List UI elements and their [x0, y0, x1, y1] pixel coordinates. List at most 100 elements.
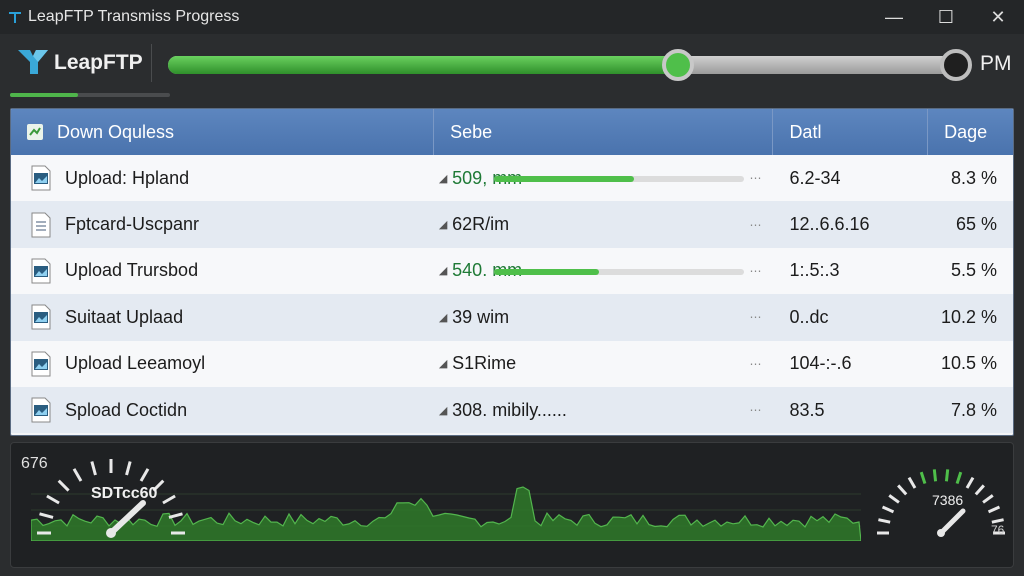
table-row[interactable]: Upload Trursbod ◢ 540. mm ⋯ 1:.5:.3 5.5 …	[11, 247, 1013, 295]
column-header-name-label: Down Oquless	[57, 121, 175, 142]
row-size-cell: ◢ 540. mm ⋯	[434, 248, 773, 294]
brand-separator	[151, 44, 152, 82]
row-percent-cell: 5.5 %	[928, 248, 1013, 294]
column-header-date[interactable]: Datl	[773, 109, 929, 155]
sort-arrow-icon: ◢	[438, 219, 448, 232]
transfer-progress-bar[interactable]	[168, 49, 972, 81]
brand-name: LeapFTP	[54, 51, 143, 74]
row-date: 104-:-.6	[789, 353, 852, 374]
leapftp-logo-icon	[9, 12, 21, 23]
row-percent-cell: 10.2 %	[928, 294, 1013, 340]
row-progress-fill	[494, 268, 600, 275]
column-header-size[interactable]: Sebe	[434, 109, 774, 155]
row-date: 1:.5:.3	[789, 260, 840, 281]
row-percent: 10.2 %	[940, 306, 997, 327]
sort-arrow-icon: ◢	[438, 265, 448, 278]
row-progress-fill	[494, 176, 635, 182]
row-more-icon[interactable]: ⋯	[749, 357, 761, 371]
row-percent-cell: 8.3 %	[928, 155, 1013, 201]
row-file-name: Upload Leeamoyl	[65, 353, 206, 374]
row-progress-bar	[494, 268, 745, 275]
transfer-table: Down Oquless Sebe Datl Dage Upload: Hpla…	[10, 108, 1014, 436]
right-gauge-value: 7386	[932, 492, 964, 508]
table-header: Down Oquless Sebe Datl Dage	[11, 109, 1013, 155]
row-more-icon[interactable]: ⋯	[749, 264, 761, 278]
row-percent: 10.5 %	[940, 353, 997, 374]
window-title: LeapFTP Transmiss Progress	[28, 8, 240, 25]
row-size-cell: ◢ 308. mibily...... ⋯	[434, 387, 773, 433]
minimize-button[interactable]: —	[868, 0, 920, 34]
image-file-icon	[31, 397, 51, 423]
progress-end-label: PM	[980, 52, 1012, 75]
maximize-button[interactable]: ☐	[920, 0, 972, 34]
close-button[interactable]: ✕	[972, 0, 1024, 34]
brand-area: LeapFTP	[10, 38, 170, 98]
row-more-icon[interactable]: ⋯	[749, 171, 761, 185]
row-size: S1Rime	[452, 353, 517, 374]
row-date: 0..dc	[789, 306, 829, 327]
row-size-cell: ◢ 39 wim ⋯	[434, 294, 773, 340]
transfer-queue-icon	[27, 124, 43, 140]
table-row[interactable]: Upload: Hpland ◢ 509, mm ⋯ 6.2-34 8.3 %	[11, 155, 1013, 202]
row-date-cell: 0..dc	[773, 294, 928, 340]
row-date-cell: 1:.5:.3	[773, 248, 928, 294]
row-percent: 65 %	[955, 214, 997, 235]
table-row[interactable]: Suitaat Uplaad ◢ 39 wim ⋯ 0..dc 10.2 %	[11, 294, 1013, 341]
sort-arrow-icon: ◢	[438, 404, 448, 417]
progress-end-knob[interactable]	[940, 49, 972, 81]
row-percent: 8.3 %	[950, 167, 997, 188]
table-row[interactable]: Spload Coctidn ◢ 308. mibily...... ⋯ 83.…	[11, 386, 1013, 434]
row-size-cell: ◢ 62R/im ⋯	[434, 201, 773, 247]
sort-arrow-icon: ◢	[438, 311, 448, 324]
row-more-icon[interactable]: ⋯	[749, 310, 761, 324]
row-name-cell: Spload Coctidn	[11, 387, 434, 433]
image-file-icon	[31, 351, 51, 377]
table-row[interactable]: Upload Leeamoyl ◢ S1Rime ⋯ 104-:-.6 10.5…	[11, 340, 1013, 387]
row-name-cell: Fptcard-Uscpanr	[11, 201, 434, 247]
row-file-name: Spload Coctidn	[65, 399, 188, 420]
row-date-cell: 12..6.6.16	[773, 201, 928, 247]
brand-underline-fill	[10, 93, 78, 97]
row-name-cell: Suitaat Uplaad	[11, 294, 434, 340]
sort-arrow-icon: ◢	[438, 358, 448, 371]
row-file-name: Upload Trursbod	[65, 260, 199, 281]
image-file-icon	[31, 258, 51, 284]
left-gauge-value: SDTcc60	[91, 485, 158, 502]
row-file-name: Fptcard-Uscpanr	[65, 214, 200, 235]
row-date-cell: 104-:-.6	[773, 341, 928, 387]
row-progress-bar	[494, 176, 745, 182]
row-date-cell: 6.2-34	[773, 155, 928, 201]
window-controls: — ☐ ✕	[868, 0, 1024, 34]
row-size: 62R/im	[452, 214, 510, 235]
column-header-percent[interactable]: Dage	[928, 109, 1013, 155]
row-percent-cell: 7.8 %	[928, 387, 1013, 433]
row-date-cell: 83.5	[773, 387, 928, 433]
right-gauge-unit: 76	[991, 523, 1005, 537]
image-file-icon	[31, 304, 51, 330]
progress-knob[interactable]	[662, 49, 695, 81]
row-more-icon[interactable]: ⋯	[749, 218, 761, 232]
title-bar: LeapFTP Transmiss Progress — ☐ ✕	[0, 0, 1024, 34]
row-size-cell: ◢ S1Rime ⋯	[434, 341, 773, 387]
brand-underline	[10, 93, 170, 97]
leapftp-brand-icon	[18, 50, 48, 74]
progress-fill	[168, 56, 679, 74]
column-header-name[interactable]: Down Oquless	[11, 109, 435, 155]
stats-panel: 676 SDTcc60 7386 76	[10, 442, 1014, 568]
row-more-icon[interactable]: ⋯	[749, 403, 761, 417]
image-file-icon	[31, 165, 51, 191]
row-name-cell: Upload Leeamoyl	[11, 341, 434, 387]
sort-arrow-icon: ◢	[438, 172, 448, 185]
row-percent: 5.5 %	[950, 260, 997, 281]
row-size-cell: ◢ 509, mm ⋯	[434, 155, 773, 201]
row-file-name: Upload: Hpland	[65, 167, 190, 188]
row-percent-cell: 10.5 %	[928, 341, 1013, 387]
row-name-cell: Upload Trursbod	[11, 248, 434, 294]
row-date: 83.5	[789, 399, 825, 420]
text-file-icon	[31, 212, 51, 238]
row-size: 308. mibily......	[452, 399, 567, 420]
table-body: Upload: Hpland ◢ 509, mm ⋯ 6.2-34 8.3 % …	[11, 155, 1013, 434]
table-row[interactable]: Fptcard-Uscpanr ◢ 62R/im ⋯ 12..6.6.16 65…	[11, 201, 1013, 248]
row-file-name: Suitaat Uplaad	[65, 306, 184, 327]
row-percent: 7.8 %	[950, 399, 997, 420]
